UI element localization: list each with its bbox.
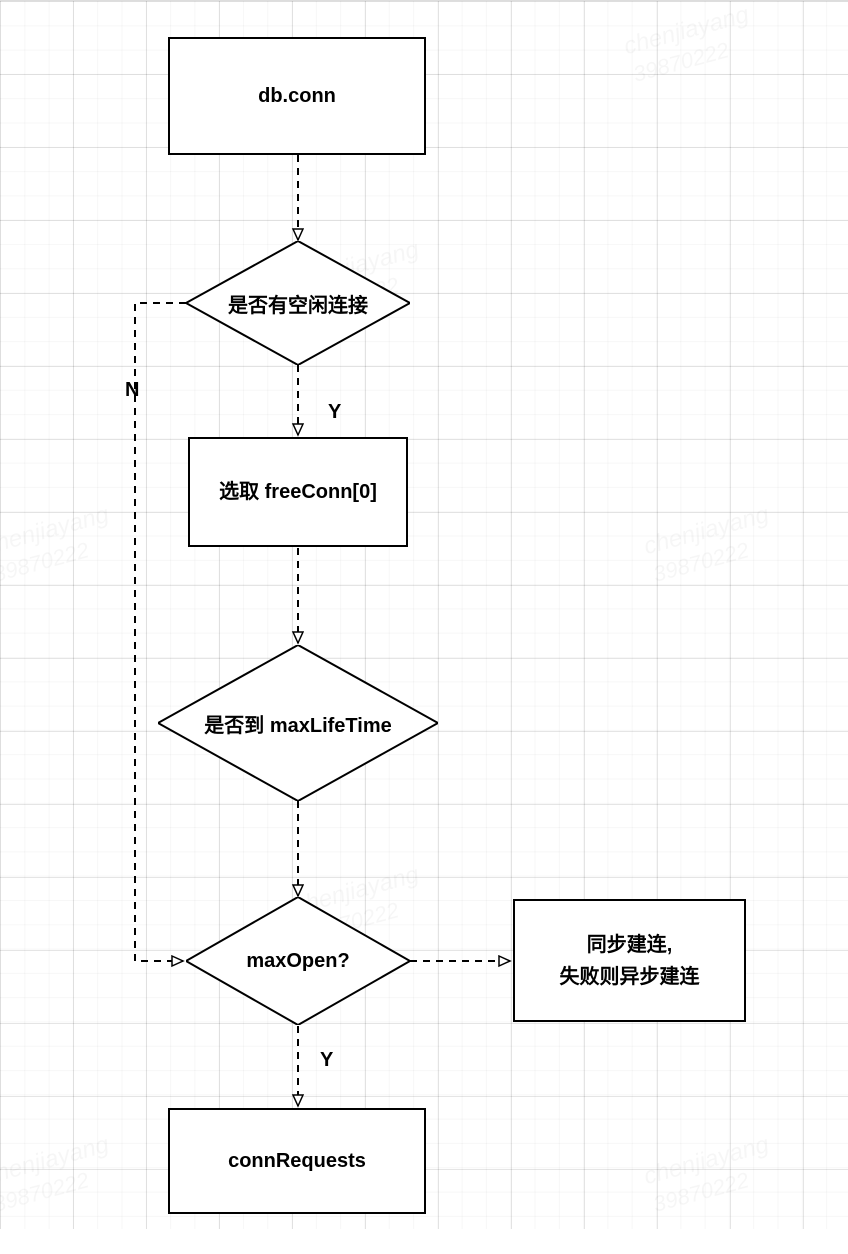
node-max-lifetime: 是否到 maxLifeTime: [158, 645, 438, 801]
node-label: 选取 freeConn[0]: [219, 476, 377, 508]
watermark: chenjiayang39870222: [608, 473, 787, 624]
node-label: 是否到 maxLifeTime: [204, 709, 391, 738]
node-has-idle-conn: 是否有空闲连接: [186, 241, 410, 365]
node-label-line2: 失败则异步建连: [560, 966, 700, 988]
node-label: maxOpen?: [246, 950, 349, 973]
node-label: db.conn: [258, 80, 336, 112]
node-label: 同步建连, 失败则异步建连: [560, 929, 700, 993]
watermark: chenjiayang39870222: [0, 473, 127, 624]
node-sync-connect: 同步建连, 失败则异步建连: [513, 899, 746, 1022]
diagram-canvas: chenjiayang39870222 chenjiayang39870222 …: [0, 0, 848, 1229]
node-label: connRequests: [228, 1145, 366, 1177]
node-conn-requests: connRequests: [168, 1108, 426, 1214]
node-select-freeconn0: 选取 freeConn[0]: [188, 437, 408, 547]
node-label-line1: 同步建连,: [587, 934, 673, 956]
watermark: chenjiayang39870222: [588, 0, 767, 124]
watermark: chenjiayang39870222: [0, 1103, 127, 1254]
node-maxopen: maxOpen?: [186, 897, 410, 1025]
node-label: 是否有空闲连接: [228, 289, 368, 318]
edge-label-yes: Y: [328, 401, 341, 424]
watermark: chenjiayang39870222: [608, 1103, 787, 1254]
edge-label-no: N: [125, 379, 139, 402]
edges-layer: [0, 1, 848, 1229]
edge-n2-n5: [135, 303, 186, 961]
node-db-conn: db.conn: [168, 37, 426, 155]
edge-label-yes: Y: [320, 1049, 333, 1072]
